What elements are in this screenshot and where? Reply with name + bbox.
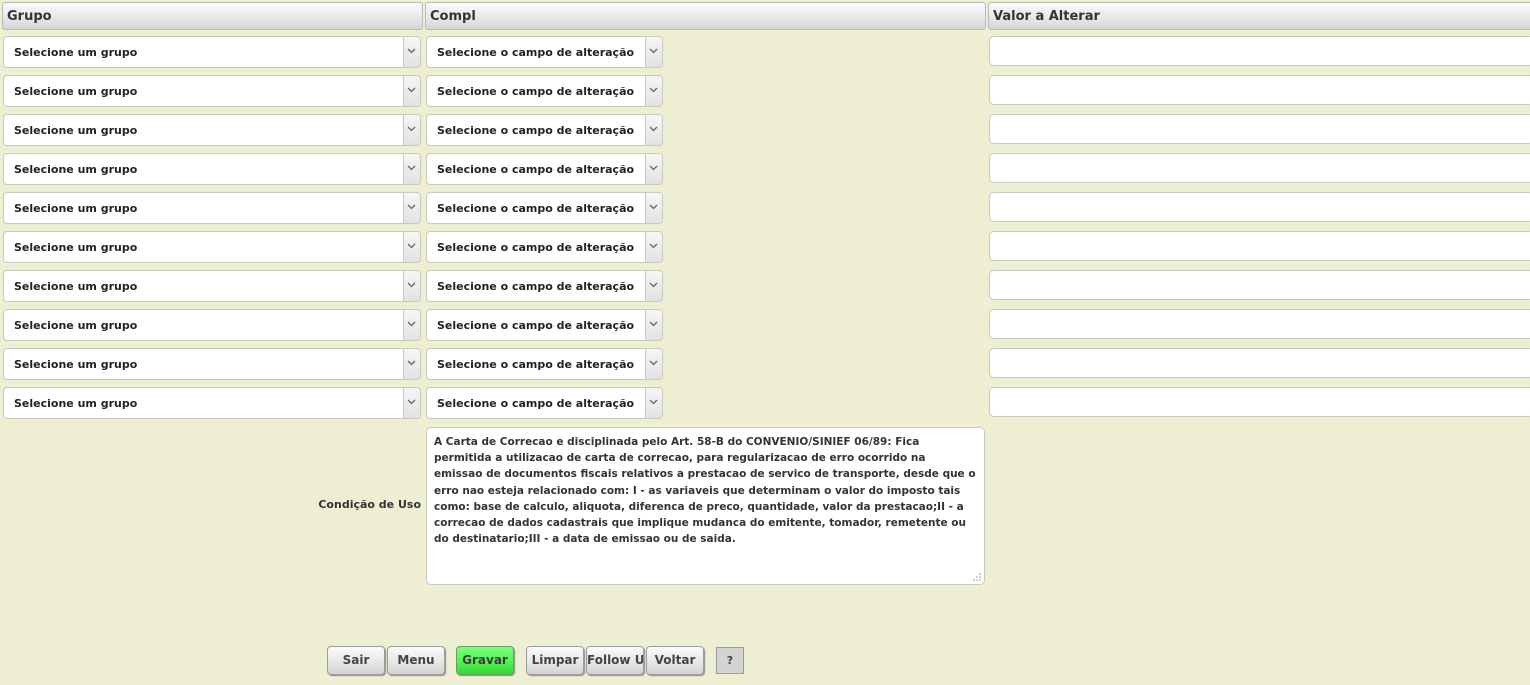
chevron-down-icon[interactable] bbox=[645, 349, 662, 379]
chevron-down-icon[interactable] bbox=[403, 310, 420, 340]
compl-select[interactable]: Selecione o campo de alteração bbox=[426, 36, 663, 68]
table-row: Selecione um grupo Selecione o campo de a… bbox=[0, 270, 1530, 302]
table-row: Selecione um grupo Selecione o campo de a… bbox=[0, 114, 1530, 146]
grupo-select-value: Selecione um grupo bbox=[14, 397, 138, 410]
compl-select-value: Selecione o campo de alteração bbox=[437, 241, 635, 254]
menu-button[interactable]: Menu bbox=[387, 646, 445, 675]
voltar-button[interactable]: Voltar bbox=[646, 646, 704, 675]
header-valor-a-alterar: Valor a Alterar bbox=[988, 2, 1530, 30]
header-grupo: Grupo bbox=[2, 2, 423, 30]
condicao-de-uso-textarea[interactable]: A Carta de Correcao e disciplinada pelo … bbox=[426, 427, 985, 585]
grupo-select-value: Selecione um grupo bbox=[14, 319, 138, 332]
chevron-down-icon[interactable] bbox=[645, 232, 662, 262]
chevron-down-icon[interactable] bbox=[645, 154, 662, 184]
table-row: Selecione um grupo Selecione o campo de a… bbox=[0, 387, 1530, 419]
valor-a-alterar-input[interactable] bbox=[989, 114, 1530, 144]
valor-a-alterar-input[interactable] bbox=[989, 387, 1530, 417]
grupo-select[interactable]: Selecione um grupo bbox=[3, 36, 421, 68]
grupo-select[interactable]: Selecione um grupo bbox=[3, 231, 421, 263]
grupo-select[interactable]: Selecione um grupo bbox=[3, 270, 421, 302]
valor-a-alterar-input[interactable] bbox=[989, 36, 1530, 66]
chevron-down-icon[interactable] bbox=[403, 232, 420, 262]
grupo-select-value: Selecione um grupo bbox=[14, 85, 138, 98]
chevron-down-icon[interactable] bbox=[645, 76, 662, 106]
compl-select-value: Selecione o campo de alteração bbox=[437, 280, 635, 293]
chevron-down-icon[interactable] bbox=[403, 115, 420, 145]
compl-select-value: Selecione o campo de alteração bbox=[437, 46, 635, 59]
compl-select[interactable]: Selecione o campo de alteração bbox=[426, 75, 663, 107]
grupo-select[interactable]: Selecione um grupo bbox=[3, 75, 421, 107]
table-row: Selecione um grupo Selecione o campo de a… bbox=[0, 309, 1530, 341]
table-row: Selecione um grupo Selecione o campo de a… bbox=[0, 192, 1530, 224]
compl-select[interactable]: Selecione o campo de alteração bbox=[426, 192, 663, 224]
compl-select[interactable]: Selecione o campo de alteração bbox=[426, 153, 663, 185]
grupo-select-value: Selecione um grupo bbox=[14, 241, 138, 254]
compl-select-value: Selecione o campo de alteração bbox=[437, 397, 635, 410]
chevron-down-icon[interactable] bbox=[403, 349, 420, 379]
chevron-down-icon[interactable] bbox=[403, 154, 420, 184]
compl-select-value: Selecione o campo de alteração bbox=[437, 124, 635, 137]
table-row: Selecione um grupo Selecione o campo de a… bbox=[0, 153, 1530, 185]
compl-select[interactable]: Selecione o campo de alteração bbox=[426, 114, 663, 146]
table-row: Selecione um grupo Selecione o campo de a… bbox=[0, 75, 1530, 107]
valor-a-alterar-input[interactable] bbox=[989, 231, 1530, 261]
compl-select[interactable]: Selecione o campo de alteração bbox=[426, 270, 663, 302]
valor-a-alterar-input[interactable] bbox=[989, 192, 1530, 222]
grupo-select[interactable]: Selecione um grupo bbox=[3, 153, 421, 185]
condicao-de-uso-text: A Carta de Correcao e disciplinada pelo … bbox=[434, 436, 976, 546]
chevron-down-icon[interactable] bbox=[645, 310, 662, 340]
compl-select-value: Selecione o campo de alteração bbox=[437, 163, 635, 176]
chevron-down-icon[interactable] bbox=[645, 193, 662, 223]
compl-select-value: Selecione o campo de alteração bbox=[437, 202, 635, 215]
resize-grip-icon[interactable] bbox=[973, 573, 981, 581]
chevron-down-icon[interactable] bbox=[403, 271, 420, 301]
grupo-select[interactable]: Selecione um grupo bbox=[3, 348, 421, 380]
chevron-down-icon[interactable] bbox=[403, 76, 420, 106]
grupo-select-value: Selecione um grupo bbox=[14, 358, 138, 371]
table-row: Selecione um grupo Selecione o campo de a… bbox=[0, 36, 1530, 68]
table-row: Selecione um grupo Selecione o campo de a… bbox=[0, 231, 1530, 263]
chevron-down-icon[interactable] bbox=[403, 388, 420, 418]
compl-select[interactable]: Selecione o campo de alteração bbox=[426, 348, 663, 380]
follow-up-button[interactable]: Follow Up bbox=[586, 646, 644, 675]
compl-select[interactable]: Selecione o campo de alteração bbox=[426, 309, 663, 341]
grupo-select[interactable]: Selecione um grupo bbox=[3, 309, 421, 341]
header-compl: Compl bbox=[425, 2, 986, 30]
grupo-select-value: Selecione um grupo bbox=[14, 124, 138, 137]
grupo-select-value: Selecione um grupo bbox=[14, 202, 138, 215]
compl-select-value: Selecione o campo de alteração bbox=[437, 85, 635, 98]
grupo-select-value: Selecione um grupo bbox=[14, 46, 138, 59]
condicao-de-uso-label: Condição de Uso bbox=[318, 498, 421, 511]
valor-a-alterar-input[interactable] bbox=[989, 348, 1530, 378]
valor-a-alterar-input[interactable] bbox=[989, 270, 1530, 300]
chevron-down-icon[interactable] bbox=[645, 271, 662, 301]
compl-select-value: Selecione o campo de alteração bbox=[437, 319, 635, 332]
chevron-down-icon[interactable] bbox=[645, 388, 662, 418]
sair-button[interactable]: Sair bbox=[327, 646, 385, 675]
valor-a-alterar-input[interactable] bbox=[989, 309, 1530, 339]
compl-select[interactable]: Selecione o campo de alteração bbox=[426, 231, 663, 263]
limpar-button[interactable]: Limpar bbox=[526, 646, 584, 675]
grupo-select[interactable]: Selecione um grupo bbox=[3, 387, 421, 419]
grupo-select[interactable]: Selecione um grupo bbox=[3, 192, 421, 224]
chevron-down-icon[interactable] bbox=[403, 193, 420, 223]
grupo-select-value: Selecione um grupo bbox=[14, 280, 138, 293]
help-button[interactable]: ? bbox=[716, 647, 744, 674]
compl-select-value: Selecione o campo de alteração bbox=[437, 358, 635, 371]
chevron-down-icon[interactable] bbox=[403, 37, 420, 67]
valor-a-alterar-input[interactable] bbox=[989, 75, 1530, 105]
chevron-down-icon[interactable] bbox=[645, 37, 662, 67]
grupo-select[interactable]: Selecione um grupo bbox=[3, 114, 421, 146]
gravar-button[interactable]: Gravar bbox=[456, 646, 514, 675]
valor-a-alterar-input[interactable] bbox=[989, 153, 1530, 183]
grupo-select-value: Selecione um grupo bbox=[14, 163, 138, 176]
compl-select[interactable]: Selecione o campo de alteração bbox=[426, 387, 663, 419]
table-row: Selecione um grupo Selecione o campo de a… bbox=[0, 348, 1530, 380]
chevron-down-icon[interactable] bbox=[645, 115, 662, 145]
